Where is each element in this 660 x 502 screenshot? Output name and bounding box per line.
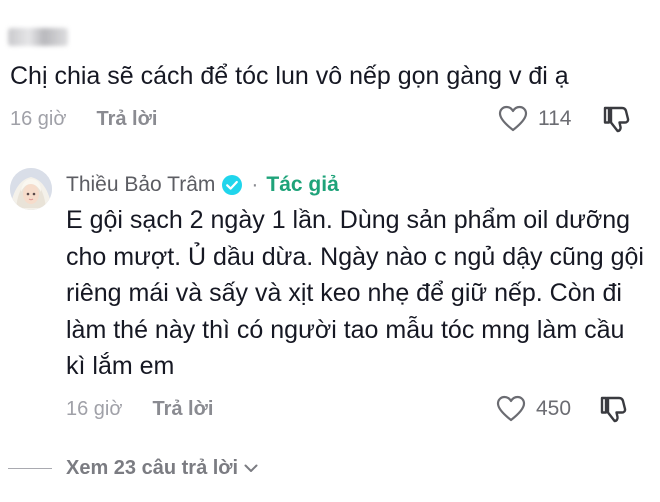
heart-outline-icon[interactable]	[498, 105, 528, 133]
comment-text: Chị chia sẽ cách để tóc lun vô nếp gọn g…	[10, 62, 569, 90]
blurred-username	[8, 28, 68, 46]
author-badge: Tác giả	[266, 173, 339, 196]
reply-author-row: Thiều Bảo Trâm · Tác giả	[66, 170, 339, 200]
view-more-replies[interactable]: Xem 23 câu trả lời	[8, 454, 260, 482]
avatar[interactable]	[10, 168, 52, 210]
chevron-down-icon[interactable]	[242, 459, 260, 477]
reply-meta: 16 giờ Trả lời	[66, 394, 213, 424]
comment-like-count: 114	[538, 107, 572, 130]
comment-reply-button[interactable]: Trả lời	[96, 108, 157, 131]
verified-check-icon	[221, 174, 243, 196]
reply-time: 16 giờ	[66, 397, 123, 420]
reply-reply-button[interactable]: Trả lời	[152, 398, 213, 421]
reply-author-name[interactable]: Thiều Bảo Trâm	[66, 173, 215, 197]
comment-like-group: 114	[498, 103, 571, 135]
thumbs-down-icon[interactable]	[598, 394, 628, 424]
reply-like-count: 450	[536, 397, 572, 420]
view-more-label[interactable]: Xem 23 câu trả lời	[66, 457, 238, 480]
comment-meta: 16 giờ Trả lời	[10, 104, 157, 134]
heart-outline-icon[interactable]	[496, 395, 526, 423]
separator-dot: ·	[251, 173, 259, 196]
reply-text: E gội sạch 2 ngày 1 lần. Dùng sản phẩm o…	[66, 206, 644, 380]
comment-time: 16 giờ	[10, 107, 67, 130]
reply-like-group: 450	[496, 393, 571, 425]
thumbs-down-icon[interactable]	[601, 104, 631, 134]
divider-line	[8, 467, 52, 469]
